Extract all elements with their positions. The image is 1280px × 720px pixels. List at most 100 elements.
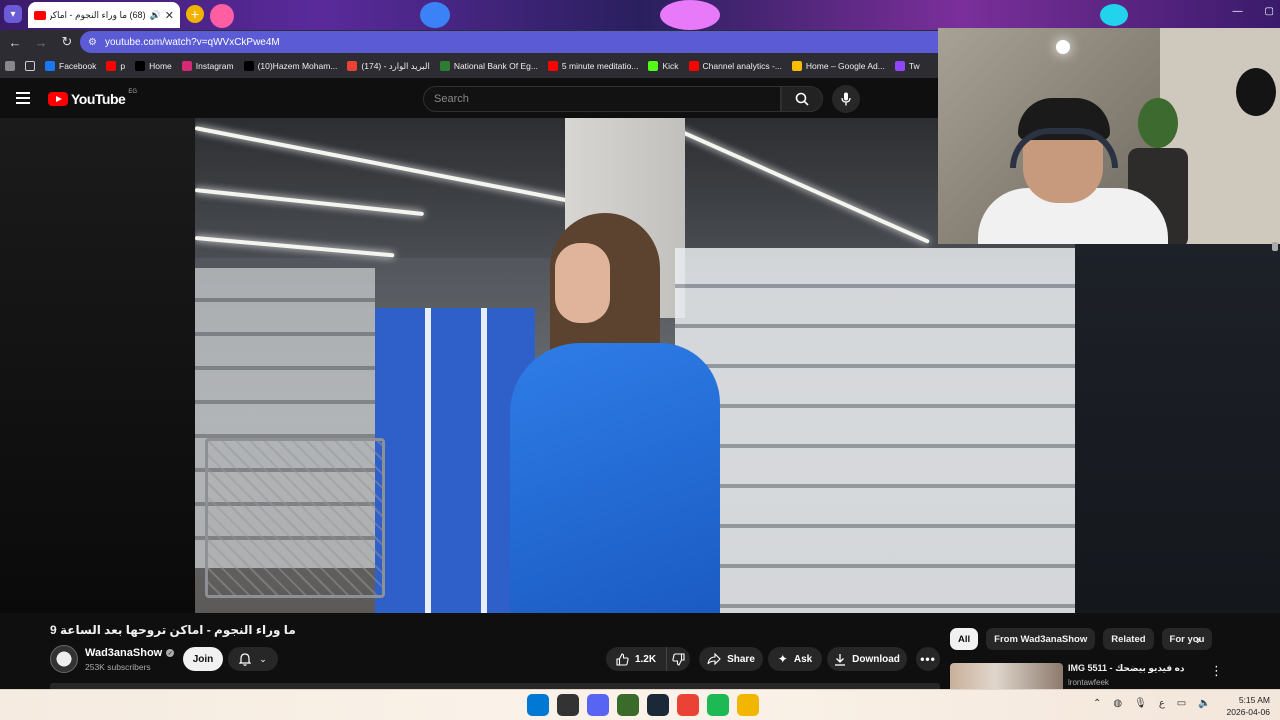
wallpaper-decoration	[420, 2, 450, 28]
bookmark-item[interactable]: 5 minute meditatio...	[543, 61, 644, 71]
close-tab-icon[interactable]: ✕	[165, 9, 174, 22]
input-language-indicator[interactable]: ع	[1159, 698, 1165, 709]
share-button[interactable]: Share	[699, 647, 763, 671]
like-count: 1.2K	[634, 653, 657, 665]
app-red-dot-icon[interactable]	[557, 694, 579, 716]
twitch-icon	[894, 61, 905, 71]
speaker-icon[interactable]: 🔊	[150, 10, 161, 21]
steam-icon[interactable]	[647, 694, 669, 716]
file-explorer-icon[interactable]	[737, 694, 759, 716]
search-input[interactable]: Search	[423, 86, 781, 112]
tab-youtube-video[interactable]: (68) ما وراء النجوم - اماكن تر 🔊 ✕	[28, 2, 180, 28]
subscriber-count: 253K subscribers	[85, 662, 151, 672]
wallpaper-decoration	[1100, 4, 1128, 26]
cs-icon[interactable]	[617, 694, 639, 716]
ask-label: Ask	[793, 653, 813, 665]
filter-chip[interactable]: For you	[1161, 628, 1213, 650]
wifi-icon[interactable]: ▭	[1177, 698, 1186, 709]
forward-arrow-icon[interactable]: →	[30, 31, 52, 53]
bookmark-item[interactable]: Instagram	[177, 61, 239, 71]
country-code: EG	[128, 89, 137, 95]
channel-avatar[interactable]	[50, 645, 78, 673]
discord-icon[interactable]	[587, 694, 609, 716]
recommendation-channel[interactable]: lrontawfeek	[1068, 678, 1109, 687]
menu-icon[interactable]	[16, 92, 30, 104]
bookmarks-bar: Facebook p Home Instagram (10)Hazem Moham...…	[0, 54, 938, 78]
filter-chip[interactable]: From Wad3anaShow	[986, 628, 1096, 650]
bell-icon	[239, 652, 252, 666]
bookmark-label: Home – Google Ad...	[805, 61, 885, 71]
download-button[interactable]: Download	[827, 647, 907, 671]
page-scrollbar-thumb[interactable]	[1272, 242, 1278, 251]
volume-icon[interactable]: 🔈	[1198, 698, 1210, 709]
bookmark-item[interactable]: Tw	[890, 61, 925, 71]
site-info-icon[interactable]: ⚙	[88, 37, 97, 48]
ask-button[interactable]: ✦ Ask	[768, 647, 822, 671]
back-arrow-icon[interactable]: ←	[4, 31, 26, 53]
share-label: Share	[727, 653, 755, 665]
new-tab-button[interactable]: +	[186, 5, 204, 23]
bookmark-label: Channel analytics -...	[702, 61, 782, 71]
maximize-icon[interactable]: ▢	[1265, 6, 1274, 17]
address-bar[interactable]: ⚙ youtube.com/watch?v=qWVxCkPwe4M	[80, 31, 938, 53]
sidebar-toggle-icon[interactable]	[0, 61, 20, 71]
spotify-icon[interactable]	[707, 694, 729, 716]
recommendation-title[interactable]: IMG 5511 - ده فيديو بيضحك	[1068, 663, 1198, 674]
chevron-up-icon[interactable]: ⌃	[1093, 698, 1101, 709]
download-icon	[835, 653, 846, 666]
microphone-tray-icon[interactable]: 🎙	[1134, 698, 1147, 709]
voice-search-button[interactable]	[832, 85, 860, 113]
search-button[interactable]	[781, 86, 823, 112]
player-letterbox-left	[0, 118, 195, 613]
tab-list-button[interactable]: ▾	[4, 5, 22, 23]
more-horizontal-icon: •••	[920, 652, 936, 666]
windows-start-icon[interactable]	[527, 694, 549, 716]
bookmark-item[interactable]: (174) - البريد الوارد	[342, 61, 434, 72]
bookmark-item[interactable]: Kick	[643, 61, 683, 71]
like-button[interactable]: 1.2K	[606, 647, 666, 671]
youtube-play-logo-icon	[48, 92, 68, 106]
join-button[interactable]: Join	[183, 647, 223, 671]
bookmark-item[interactable]: (10)Hazem Moham...	[239, 61, 343, 71]
clock-time: 5:15 AM	[1238, 695, 1270, 705]
notifications-button[interactable]: ⌄	[228, 647, 278, 671]
youtube-favicon-icon	[34, 10, 46, 20]
more-vertical-icon[interactable]: ⋮	[1210, 663, 1223, 679]
filter-chip[interactable]: Related	[1103, 628, 1154, 650]
tiktok-icon	[243, 61, 254, 71]
reload-icon[interactable]: ↻	[56, 31, 78, 53]
bookmark-label: Kick	[662, 61, 679, 71]
browser-tab-strip: ▾ (68) ما وراء النجوم - اماكن تر 🔊 ✕ + —…	[0, 0, 1280, 30]
bookmark-item[interactable]: National Bank Of Eg...	[435, 61, 543, 71]
bookmark-item[interactable]: Home – Google Ad...	[787, 61, 890, 71]
chrome-icon[interactable]	[677, 694, 699, 716]
microphone-icon	[841, 92, 851, 106]
youtube-icon	[688, 61, 699, 71]
windows-taskbar: ⌃ ◍ 🎙 ع ▭ 🔈 5:15 AM 2026-04-06	[0, 689, 1280, 720]
bookmark-item[interactable]: Facebook	[40, 61, 101, 71]
channel-name-link[interactable]: Wad3anaShow ✓	[85, 647, 175, 659]
bookmark-item[interactable]: p	[101, 61, 130, 71]
chevron-right-icon[interactable]: ›	[1196, 631, 1201, 647]
bookmark-label: (174) - البريد الوارد	[361, 60, 430, 71]
bookmark-label: 5 minute meditatio...	[561, 61, 639, 71]
dislike-button[interactable]	[666, 647, 690, 671]
youtube-header: YouTube EG Search	[0, 80, 938, 118]
download-label: Download	[852, 653, 900, 665]
bookmark-item[interactable]: Home	[130, 61, 177, 71]
filter-chip[interactable]: All	[950, 628, 979, 650]
network-status-icon[interactable]: ◍	[1113, 698, 1122, 709]
taskbar-apps	[527, 694, 759, 716]
more-actions-button[interactable]: •••	[916, 647, 940, 671]
recommendation-thumbnail[interactable]	[950, 663, 1063, 689]
window-controls: — ▢	[1233, 6, 1274, 17]
chevron-down-icon: ⌄	[259, 653, 267, 664]
minimize-icon[interactable]: —	[1233, 6, 1243, 17]
youtube-logo[interactable]: YouTube EG	[48, 89, 137, 107]
bookmark-item[interactable]: Channel analytics -...	[684, 61, 787, 71]
apps-grid-icon[interactable]	[20, 61, 40, 71]
system-clock[interactable]: 5:15 AM 2026-04-06	[1226, 694, 1270, 718]
facebook-icon	[45, 61, 55, 71]
bookmark-label: Home	[149, 61, 172, 71]
youtube-icon	[106, 61, 117, 71]
